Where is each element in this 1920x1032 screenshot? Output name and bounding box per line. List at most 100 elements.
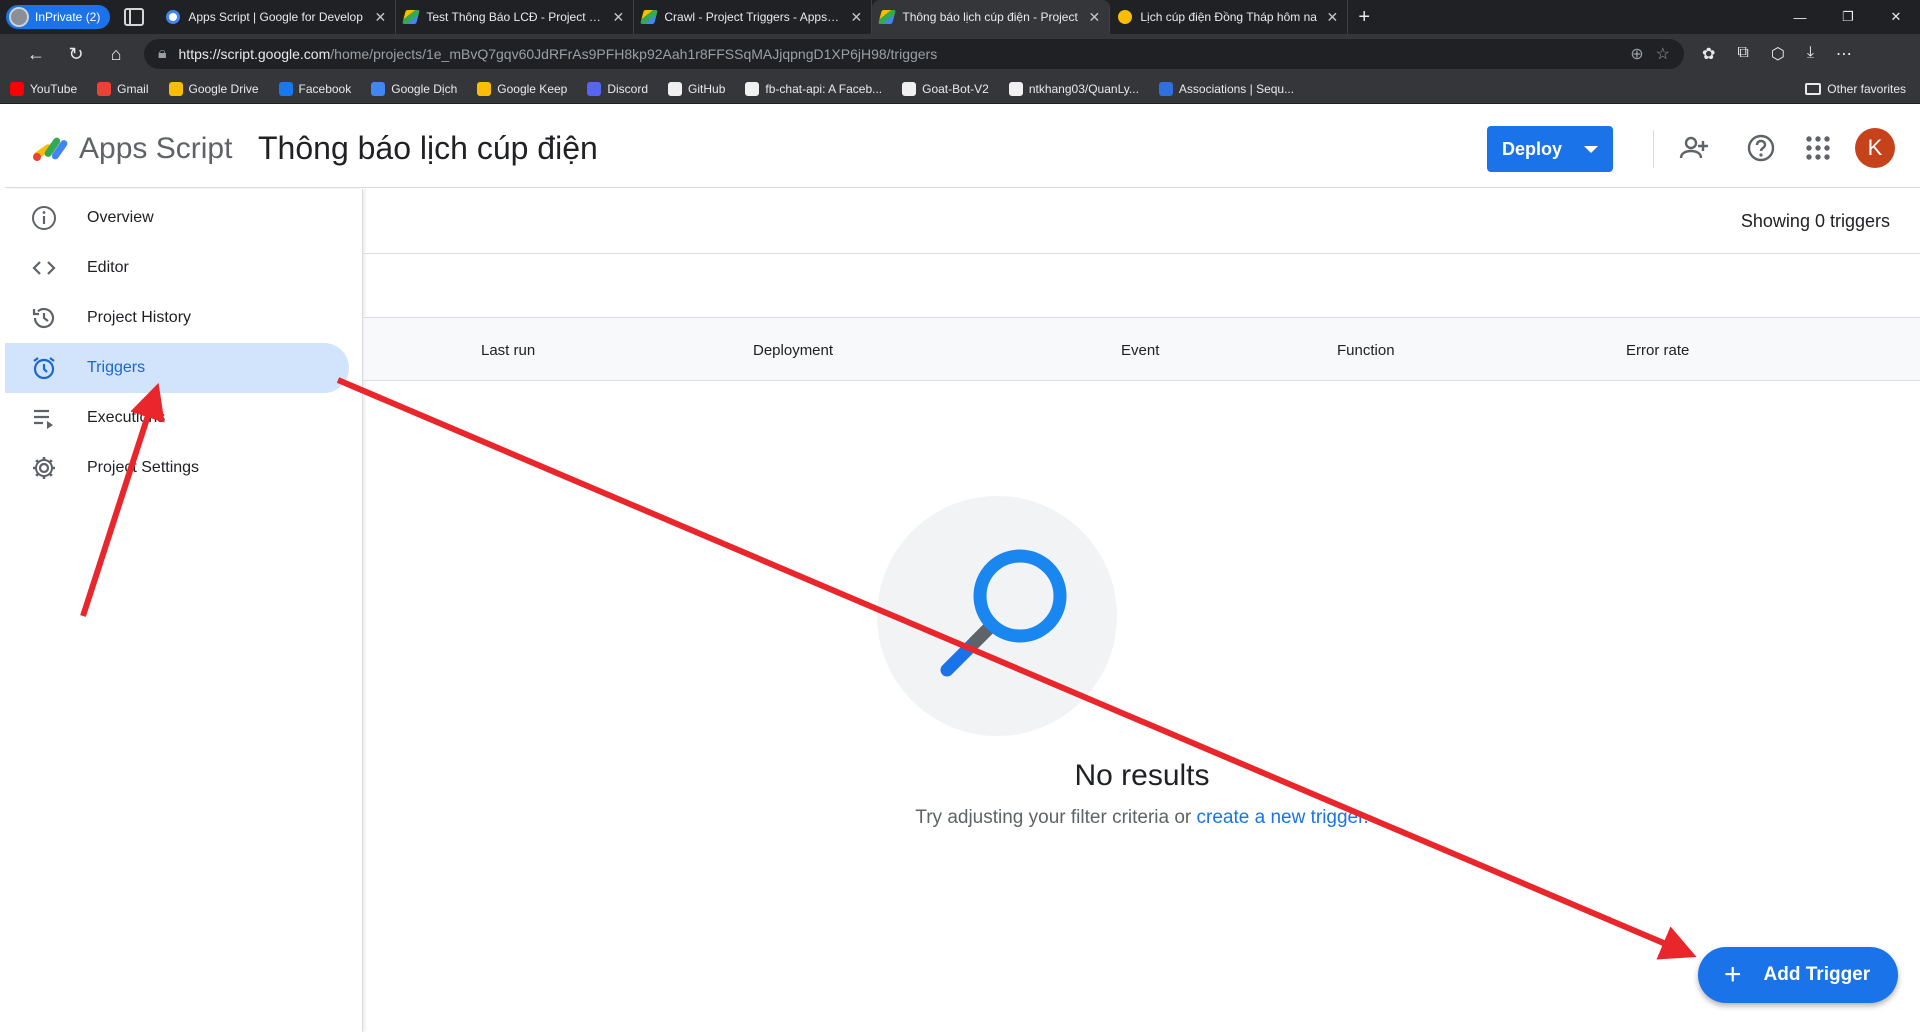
cookie-extension-icon[interactable]: ✿ xyxy=(1702,44,1715,64)
bookmark-item[interactable]: ntkhang03/QuanLy... xyxy=(1008,81,1139,96)
inprivate-label: InPrivate (2) xyxy=(35,10,101,24)
trigger-count: Showing 0 triggers xyxy=(1740,211,1890,231)
bookmark-label: ntkhang03/QuanLy... xyxy=(1028,81,1139,96)
tab-title: Apps Script | Google for Develop xyxy=(188,10,363,24)
browser-tab[interactable]: Apps Script | Google for Develop ✕ xyxy=(158,0,397,34)
bookmark-label: fb-chat-api: A Faceb... xyxy=(765,81,883,96)
downloads-icon[interactable]: ⤓ xyxy=(1807,44,1814,64)
column-header-error-rate[interactable]: Error rate xyxy=(1626,342,1689,359)
refresh-icon[interactable]: ↻ xyxy=(56,44,96,65)
tab-title: Lịch cúp điện Đồng Tháp hôm na xyxy=(1140,10,1317,24)
favorite-star-icon[interactable]: ☆ xyxy=(1656,44,1670,64)
new-tab-icon[interactable]: + xyxy=(1358,6,1370,29)
url-host: https://script.google.com xyxy=(178,46,331,62)
help-icon[interactable] xyxy=(1745,132,1777,164)
sidebar-item-label: Editor xyxy=(87,259,129,276)
app-header: Apps Script Thông báo lịch cúp điện Depl… xyxy=(5,108,1920,188)
bookmark-item[interactable]: fb-chat-api: A Faceb... xyxy=(745,81,883,96)
address-toolbar: ← ↻ ⌂ 🔒︎ https://script.google.com/home/… xyxy=(0,34,1920,74)
add-trigger-button[interactable]: + Add Trigger xyxy=(1698,947,1898,1003)
address-input[interactable]: 🔒︎ https://script.google.com/home/projec… xyxy=(144,39,1684,69)
back-icon[interactable]: ← xyxy=(16,44,56,65)
tab-title: Thông báo lịch cúp điện - Project xyxy=(902,10,1078,24)
sidebar-item-label: Triggers xyxy=(87,359,146,376)
sidebar-item-label: Project Settings xyxy=(87,459,200,476)
close-icon[interactable]: ✕ xyxy=(1087,9,1101,26)
bookmark-item[interactable]: Google Drive xyxy=(168,81,259,96)
extensions: ✿ ⧉ ⬡ ⤓ ⋯ xyxy=(1702,44,1852,64)
apps-script-icon xyxy=(402,10,421,24)
close-icon[interactable]: ✕ xyxy=(849,9,863,26)
app-brand[interactable]: Apps Script xyxy=(79,132,232,166)
sidebar-item-project-history[interactable]: Project History xyxy=(5,293,349,343)
browser-tab-active[interactable]: Thông báo lịch cúp điện - Project ✕ xyxy=(872,0,1111,34)
browser-tab[interactable]: Lịch cúp điện Đồng Tháp hôm na ✕ xyxy=(1110,0,1349,34)
bookmark-item[interactable]: GitHub xyxy=(668,81,725,96)
browser-tab[interactable]: Test Thông Báo LCĐ - Project Edit ✕ xyxy=(396,0,635,34)
close-icon[interactable]: ✕ xyxy=(373,9,387,26)
bookmark-label: Goat-Bot-V2 xyxy=(922,81,989,96)
tab-title: Crawl - Project Triggers - Apps Sc xyxy=(664,10,842,24)
inprivate-badge[interactable]: InPrivate (2) xyxy=(6,5,111,29)
bookmark-label: Google Drive xyxy=(188,81,259,96)
sidebar-item-editor[interactable]: Editor xyxy=(5,243,349,293)
close-window-icon[interactable]: ✕ xyxy=(1872,0,1920,34)
bookmark-item[interactable]: Google Dịch xyxy=(371,81,458,96)
more-menu-icon[interactable]: ⋯ xyxy=(1836,44,1852,64)
sidebar-item-label: Project History xyxy=(87,309,192,326)
sidebar-item-label: Executions xyxy=(87,409,166,426)
translate-extension-icon[interactable]: ⧉ xyxy=(1737,44,1748,64)
zoom-icon[interactable]: ⊕ xyxy=(1630,44,1643,64)
bookmark-item[interactable]: Associations | Sequ... xyxy=(1158,81,1294,96)
share-person-add-icon[interactable] xyxy=(1678,132,1710,164)
bookmark-favicon-icon xyxy=(371,81,386,96)
bookmark-label: Discord xyxy=(607,81,649,96)
apps-script-icon xyxy=(878,10,897,24)
deploy-button[interactable]: Deploy xyxy=(1487,126,1613,172)
close-icon[interactable]: ✕ xyxy=(1325,9,1339,26)
apps-script-logo-icon[interactable] xyxy=(31,132,71,162)
bookmark-label: Google Dịch xyxy=(391,81,458,96)
apps-grid-icon[interactable] xyxy=(1802,132,1834,164)
browser-tab[interactable]: Crawl - Project Triggers - Apps Sc ✕ xyxy=(634,0,873,34)
sidebar-item-label: Overview xyxy=(87,209,154,226)
bookmark-item[interactable]: Google Keep xyxy=(477,81,567,96)
project-title[interactable]: Thông báo lịch cúp điện xyxy=(258,130,598,167)
executions-icon xyxy=(29,403,59,433)
other-favorites[interactable]: Other favorites xyxy=(1805,82,1906,96)
tab-actions-icon[interactable] xyxy=(124,8,145,26)
folder-icon xyxy=(1805,83,1822,95)
google-icon xyxy=(166,10,181,24)
header-divider xyxy=(1653,130,1654,168)
column-header-last-run[interactable]: Last run xyxy=(481,342,535,359)
apps-script-icon xyxy=(640,10,659,24)
bookmark-item[interactable]: Goat-Bot-V2 xyxy=(902,81,989,96)
account-avatar[interactable]: K xyxy=(1855,128,1895,168)
column-header-deployment[interactable]: Deployment xyxy=(753,342,833,359)
restore-icon[interactable]: ❐ xyxy=(1824,0,1872,34)
sidebar-item-executions[interactable]: Executions xyxy=(5,393,349,443)
bookmark-favicon-icon xyxy=(477,81,492,96)
bookmark-item[interactable]: Discord xyxy=(587,81,649,96)
alarm-icon xyxy=(29,353,59,383)
url-path: /home/projects/1e_mBvQ7gqv60JdRFrAs9PFH8… xyxy=(330,46,938,62)
bookmark-item[interactable]: YouTube xyxy=(10,81,77,96)
sidebar-item-overview[interactable]: Overview xyxy=(5,193,349,243)
column-header-event[interactable]: Event xyxy=(1121,342,1159,359)
extensions-icon[interactable]: ⬡ xyxy=(1771,44,1785,64)
bookmark-favicon-icon xyxy=(1008,81,1023,96)
sidebar-item-project-settings[interactable]: Project Settings xyxy=(5,443,349,493)
minimize-icon[interactable]: — xyxy=(1776,0,1824,34)
bookmark-item[interactable]: Gmail xyxy=(97,81,149,96)
sidebar-item-triggers[interactable]: Triggers xyxy=(5,343,349,393)
bookmark-item[interactable]: Facebook xyxy=(278,81,351,96)
close-icon[interactable]: ✕ xyxy=(611,9,625,26)
triggers-table-header: Last run Deployment Event Function Error… xyxy=(364,317,1920,381)
home-icon[interactable]: ⌂ xyxy=(96,44,136,65)
column-header-function[interactable]: Function xyxy=(1337,342,1395,359)
create-trigger-link[interactable]: create a new trigger. xyxy=(1197,807,1369,828)
tab-title: Test Thông Báo LCĐ - Project Edit xyxy=(426,10,604,24)
bookmark-favicon-icon xyxy=(668,81,683,96)
history-icon xyxy=(29,303,59,333)
plus-icon: + xyxy=(1724,958,1742,991)
